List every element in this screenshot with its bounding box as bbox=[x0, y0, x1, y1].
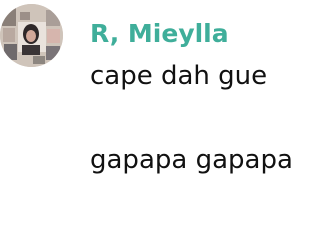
message-line: gapapa gapapa bbox=[90, 145, 293, 175]
avatar[interactable] bbox=[0, 4, 63, 67]
profile-photo-icon bbox=[0, 4, 63, 67]
chat-message: R, Mieylla cape dah gue gapapa gapapa bbox=[0, 0, 320, 250]
sender-name[interactable]: R, Mieylla bbox=[90, 17, 229, 51]
message-line: cape dah gue bbox=[90, 61, 268, 91]
